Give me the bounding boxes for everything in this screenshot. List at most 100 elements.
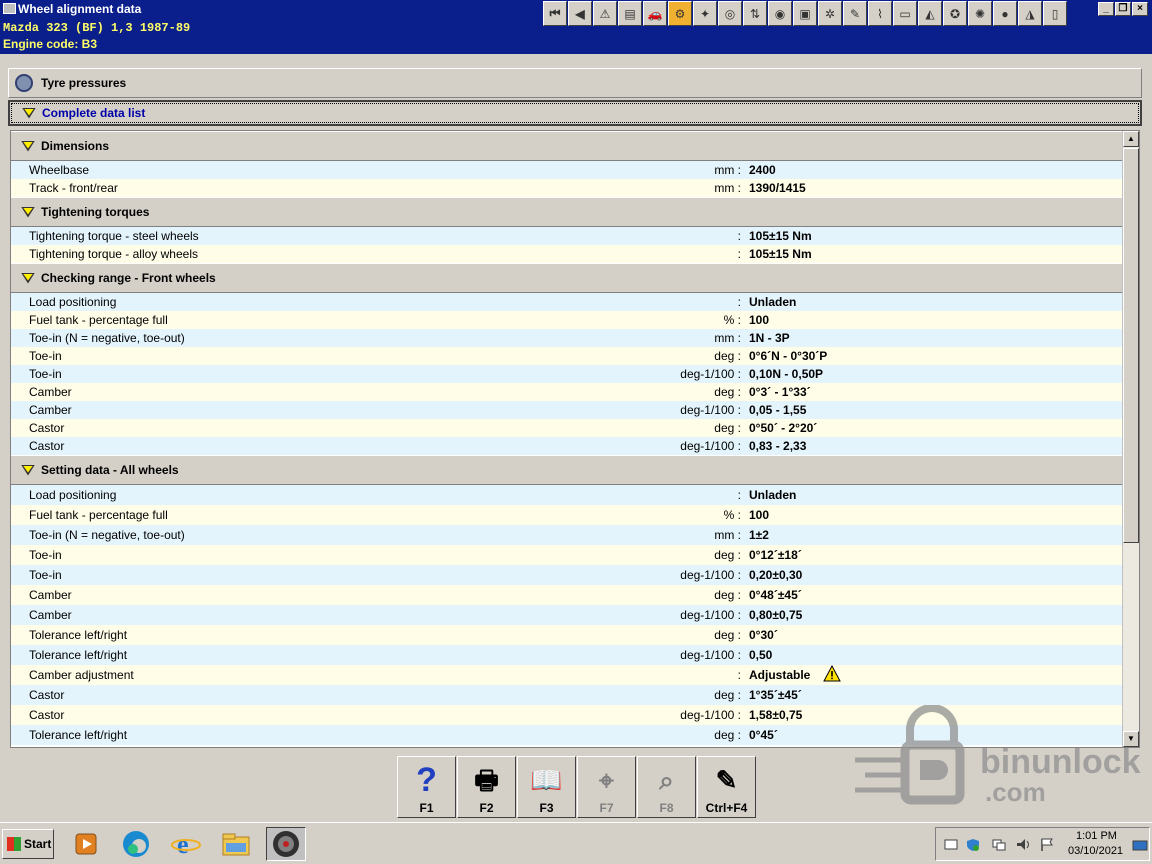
row-value: 1±2 — [749, 528, 769, 542]
row-unit: deg : — [714, 728, 741, 742]
windows-logo-icon — [7, 837, 21, 851]
row-label: Toe-in — [29, 568, 62, 582]
file-explorer-taskbar-icon[interactable] — [216, 827, 256, 861]
section-header[interactable]: Dimensions — [11, 131, 1123, 161]
row-label: Fuel tank - percentage full — [29, 313, 168, 327]
function-key-label: F1 — [419, 801, 434, 815]
row-label: Camber — [29, 608, 72, 622]
data-row: Load positioning: Unladen — [11, 293, 1123, 311]
first-icon[interactable]: ⏮ — [543, 1, 567, 26]
tyre-pressures-bar[interactable]: Tyre pressures — [8, 68, 1142, 98]
edge-browser-taskbar-icon[interactable] — [116, 827, 156, 861]
gear-icon[interactable]: ✲ — [818, 1, 842, 26]
watermark-domain: .com — [985, 777, 1046, 807]
data-row: Toe-in (N = negative, toe-out) mm : 1N - 3… — [11, 329, 1123, 347]
prev-icon[interactable]: ◀ — [568, 1, 592, 26]
row-value: Unladen — [749, 295, 797, 309]
row-value: 0°48´±45´ — [749, 588, 802, 602]
section-header[interactable]: Setting data - All wheels — [11, 455, 1123, 485]
function-key-ctrl-f4[interactable]: ✎ Ctrl+F4 — [697, 756, 756, 818]
lift-icon[interactable]: ⇅ — [743, 1, 767, 26]
close-button[interactable]: × — [1132, 2, 1148, 16]
start-button[interactable]: Start — [2, 829, 54, 859]
media-player-taskbar-icon[interactable] — [66, 827, 106, 861]
row-value: 0,50 — [749, 648, 773, 662]
scroll-thumb[interactable] — [1123, 148, 1139, 543]
row-unit: deg : — [714, 628, 741, 642]
data-row: Camber adjustment: Adjustable — [11, 665, 1123, 685]
function-key-f8: ⌕ F8 — [637, 756, 696, 818]
parts-icon[interactable]: ▯ — [1043, 1, 1067, 26]
globe-icon[interactable]: ● — [993, 1, 1017, 26]
data-row: Toe-in deg-1/100 : 0,10N - 0,50P — [11, 365, 1123, 383]
row-value: 100 — [749, 508, 770, 522]
show-desktop-icon[interactable] — [1132, 838, 1148, 851]
row-label: Load positioning — [29, 295, 117, 309]
help-icon: ? — [416, 761, 437, 799]
warning-icon[interactable]: ⚠ — [593, 1, 617, 26]
section-header[interactable]: Checking range - Front wheels — [11, 263, 1123, 293]
valve-icon[interactable]: ✺ — [968, 1, 992, 26]
function-key-f1[interactable]: ? F1 — [397, 756, 456, 818]
data-row: Camber deg-1/100 : 0,80±0,75 — [11, 605, 1123, 625]
minimize-button[interactable]: _ — [1098, 2, 1114, 16]
alignment-app-taskbar-icon[interactable] — [266, 827, 306, 861]
complete-data-list-bar[interactable]: Complete data list — [8, 100, 1142, 126]
steering-icon[interactable]: ✪ — [943, 1, 967, 26]
row-value: 0°50´ - 2°20´ — [749, 421, 818, 435]
document-icon[interactable]: ▤ — [618, 1, 642, 26]
vehicle-info-icon[interactable]: 🚗 — [643, 1, 667, 26]
section-header[interactable]: Tightening torques — [11, 197, 1123, 227]
flag-icon[interactable] — [1040, 838, 1054, 851]
vertical-scrollbar[interactable]: ▲ ▼ — [1122, 131, 1139, 747]
main-panel: Tyre pressures Complete data list Dimens… — [8, 68, 1142, 748]
data-row: Toe-in deg-1/100 : 0,20±0,30 — [11, 565, 1123, 585]
clock-time[interactable]: 1:01 PM — [1076, 830, 1117, 842]
tyre-icon[interactable]: ◎ — [718, 1, 742, 26]
battery-icon[interactable]: ▭ — [893, 1, 917, 26]
row-unit: mm : — [714, 181, 741, 195]
function-key-label: F3 — [539, 801, 554, 815]
tyre-icon — [15, 74, 33, 92]
row-label: Camber adjustment — [29, 668, 134, 682]
row-unit: mm : — [714, 331, 741, 345]
data-row: Castor deg : 0°50´ - 2°20´ — [11, 419, 1123, 437]
suspension-icon[interactable]: ⌇ — [868, 1, 892, 26]
function-key-f2[interactable]: 🖶 F2 — [457, 756, 516, 818]
book-icon: 📖 — [530, 765, 563, 795]
warning-icon[interactable] — [823, 665, 841, 682]
row-label: Tolerance left/right — [29, 628, 128, 642]
engine-icon[interactable]: ▣ — [793, 1, 817, 26]
data-row: Tolerance left/right deg : 0°30´ — [11, 625, 1123, 645]
row-value: 1N - 3P — [749, 331, 790, 345]
dictionary-icon: ⌕ — [659, 765, 674, 795]
scroll-up-button[interactable]: ▲ — [1123, 131, 1139, 147]
row-unit: mm : — [714, 528, 741, 542]
row-value: 0°45´ — [749, 728, 778, 742]
wheel-tool-icon[interactable]: ✦ — [693, 1, 717, 26]
row-label: Load positioning — [29, 488, 117, 502]
row-value: 2400 — [749, 163, 776, 177]
data-row: Toe-in deg : 0°12´±18´ — [11, 545, 1123, 565]
car-icon[interactable]: ◭ — [918, 1, 942, 26]
action-center-icon[interactable] — [944, 838, 958, 851]
car-body-icon[interactable]: ◮ — [1018, 1, 1042, 26]
brake-icon[interactable]: ◉ — [768, 1, 792, 26]
window-controls: _ ❐ × — [1098, 2, 1148, 16]
clock-date[interactable]: 03/10/2021 — [1068, 845, 1123, 857]
volume-icon[interactable] — [1016, 838, 1030, 851]
internet-explorer-taskbar-icon[interactable]: e — [166, 827, 206, 861]
restore-button[interactable]: ❐ — [1115, 2, 1131, 16]
data-list[interactable]: Dimensions Wheelbase mm : 2400 Track - front… — [10, 130, 1140, 748]
row-label: Tightening torque - alloy wheels — [29, 247, 198, 261]
service-icon[interactable]: ⚙ — [668, 1, 692, 26]
function-key-f3[interactable]: 📖 F3 — [517, 756, 576, 818]
printer-icon: 🖶 — [474, 765, 499, 795]
security-shield-icon[interactable] — [966, 838, 980, 851]
spanner-icon[interactable]: ✎ — [843, 1, 867, 26]
network-icon[interactable] — [992, 838, 1006, 851]
row-label: Castor — [29, 421, 65, 435]
row-unit: : — [737, 295, 741, 309]
row-value: 0,05 - 1,55 — [749, 403, 807, 417]
function-key-f7: ⌖ F7 — [577, 756, 636, 818]
